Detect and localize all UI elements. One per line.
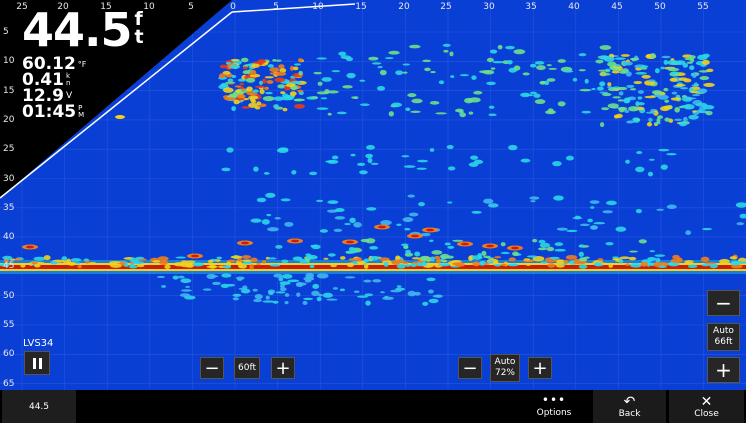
depth-label: 50 bbox=[3, 290, 15, 301]
scale-label: 35 bbox=[525, 2, 537, 12]
depth-label: 65 bbox=[3, 378, 15, 389]
scale-label: 45 bbox=[611, 2, 623, 12]
back-button[interactable]: ↶ Back bbox=[593, 390, 666, 423]
depth-label: 15 bbox=[3, 85, 15, 96]
depth-data-button[interactable]: 44.5 bbox=[2, 390, 76, 423]
depth-value: 44.5 bbox=[22, 3, 132, 57]
clock-ampm: P M bbox=[78, 104, 85, 119]
source-label: LVS34 bbox=[23, 338, 54, 349]
range-increase-button[interactable]: + bbox=[271, 357, 295, 379]
more-dots-icon: ••• bbox=[541, 392, 567, 407]
scale-label: 40 bbox=[568, 2, 580, 12]
zoom-out-button[interactable]: − bbox=[707, 290, 740, 316]
scale-label: 5 bbox=[273, 2, 279, 12]
depth-label: 25 bbox=[3, 144, 15, 155]
depth-label: 40 bbox=[3, 232, 15, 243]
depth-label: 55 bbox=[3, 320, 15, 330]
side-range-value: Auto 66ft bbox=[707, 323, 740, 351]
scale-label: 20 bbox=[398, 2, 410, 12]
zoom-in-button[interactable]: + bbox=[707, 357, 740, 383]
scale-label: 25 bbox=[440, 2, 452, 12]
voltage-unit: V bbox=[65, 91, 73, 101]
scale-label: 50 bbox=[654, 2, 666, 12]
pause-button[interactable] bbox=[24, 351, 50, 375]
scale-label: 10 bbox=[143, 2, 155, 12]
depth-readout-panel: 44.5 f t 60.12 °F 0.41 k n 12.9 V 01:45 … bbox=[22, 3, 144, 122]
depth-label: 60 bbox=[3, 349, 15, 360]
scale-label: 30 bbox=[483, 2, 495, 12]
depth-label: 5 bbox=[3, 27, 9, 37]
scale-label: 15 bbox=[355, 2, 367, 12]
pause-icon bbox=[32, 357, 42, 369]
options-button[interactable]: ••• Options bbox=[518, 390, 590, 423]
depth-label: 30 bbox=[3, 173, 15, 184]
depth-label: 20 bbox=[3, 114, 15, 125]
range-decrease-button[interactable]: − bbox=[200, 357, 224, 379]
gain-decrease-button[interactable]: − bbox=[458, 357, 482, 379]
range-value: 60ft bbox=[234, 357, 260, 379]
gain-value: Auto 72% bbox=[490, 354, 520, 382]
depth-label: 10 bbox=[3, 56, 15, 67]
scale-label: 0 bbox=[230, 2, 236, 12]
close-icon: ✕ bbox=[700, 393, 713, 410]
bottom-bar: 44.5 ••• Options ↶ Back ✕ Close bbox=[0, 390, 746, 423]
close-button[interactable]: ✕ Close bbox=[669, 390, 744, 423]
back-arrow-icon: ↶ bbox=[623, 393, 636, 410]
depth-label: 35 bbox=[3, 202, 15, 213]
clock-time: 01:45 bbox=[22, 102, 77, 122]
gain-increase-button[interactable]: + bbox=[528, 357, 552, 379]
scale-label: 55 bbox=[697, 2, 709, 12]
depth-label: 45 bbox=[3, 261, 15, 272]
scale-label: 10 bbox=[312, 2, 324, 12]
water-temperature-unit: °F bbox=[77, 59, 87, 69]
depth-unit: f t bbox=[134, 8, 144, 48]
scale-label: 5 bbox=[188, 2, 194, 12]
speed-unit: k n bbox=[65, 72, 71, 87]
